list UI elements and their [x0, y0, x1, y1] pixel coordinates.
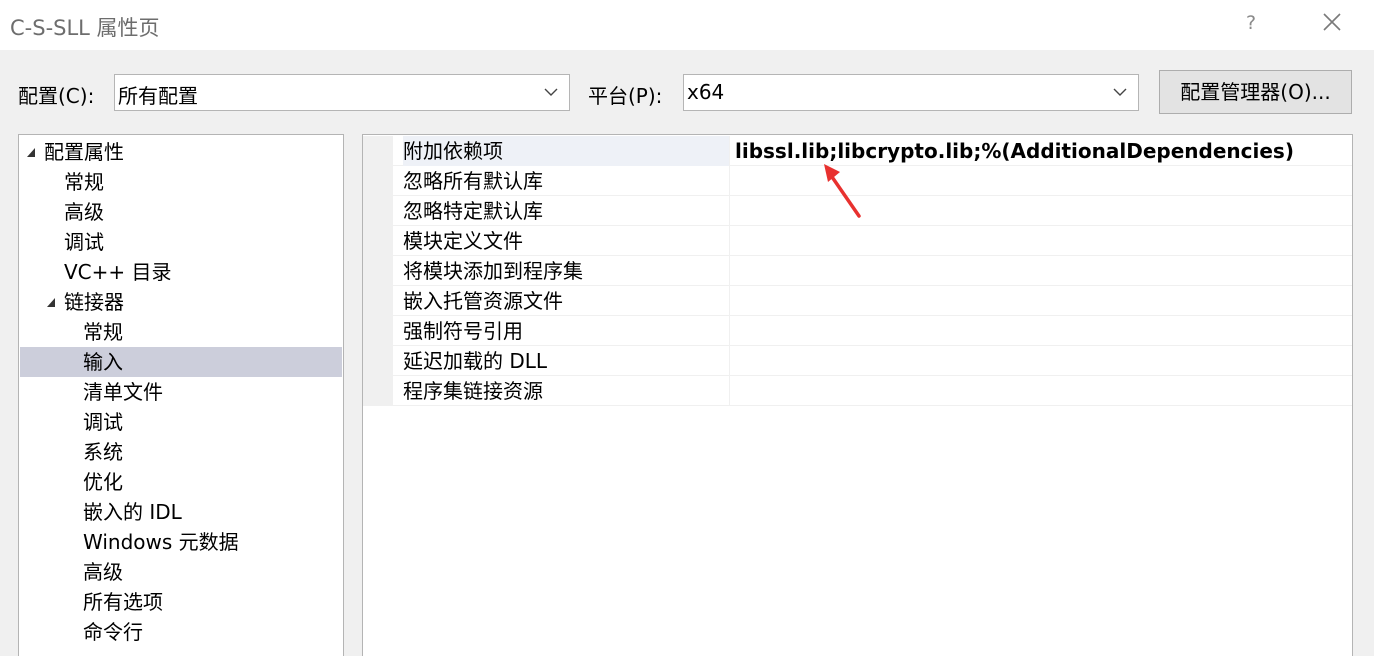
close-icon [1323, 13, 1341, 31]
platform-dropdown[interactable]: x64 [683, 74, 1139, 111]
tree-item-label: 嵌入的 IDL [83, 500, 182, 524]
property-name: 模块定义文件 [403, 226, 730, 256]
configuration-manager-button[interactable]: 配置管理器(O)... [1159, 70, 1352, 114]
tree-item-manifest-file[interactable]: 清单文件 [20, 377, 342, 407]
config-value: 所有配置 [118, 84, 198, 108]
chevron-down-icon [1113, 88, 1127, 96]
tree-item-label: 调试 [64, 230, 104, 254]
tree-item-label: VC++ 目录 [64, 260, 172, 284]
tree-item-label: 调试 [83, 410, 123, 434]
help-button[interactable]: ? [1246, 12, 1256, 34]
row-gutter [363, 196, 393, 226]
tree-item-label: 系统 [83, 440, 123, 464]
property-row[interactable]: 程序集链接资源 [363, 376, 1352, 406]
tree-item-optimization[interactable]: 优化 [20, 467, 342, 497]
tree-item-linker-input[interactable]: 输入 [20, 347, 342, 377]
property-name: 忽略特定默认库 [403, 196, 730, 226]
property-row[interactable]: 强制符号引用 [363, 316, 1352, 346]
row-gutter [363, 346, 393, 376]
tree-item-label: 常规 [83, 320, 123, 344]
tree-item-label: 常规 [64, 170, 104, 194]
tree-item-windows-metadata[interactable]: Windows 元数据 [20, 527, 342, 557]
chevron-down-icon [544, 88, 558, 96]
tree-item-linker-debugging[interactable]: 调试 [20, 407, 342, 437]
tree-item-label: 链接器 [64, 290, 124, 314]
tree-item-command-line[interactable]: 命令行 [20, 617, 342, 647]
property-row[interactable]: 将模块添加到程序集 [363, 256, 1352, 286]
tree-item-label: 高级 [64, 200, 104, 224]
tree-item-all-options[interactable]: 所有选项 [20, 587, 342, 617]
tree-item-linker-advanced[interactable]: 高级 [20, 557, 342, 587]
row-gutter [363, 376, 393, 406]
close-button[interactable] [1322, 12, 1346, 38]
row-gutter [363, 136, 393, 166]
property-row[interactable]: 延迟加载的 DLL [363, 346, 1352, 376]
tree-item-linker-general[interactable]: 常规 [20, 317, 342, 347]
property-name: 强制符号引用 [403, 316, 730, 346]
row-gutter [363, 166, 393, 196]
property-name: 忽略所有默认库 [403, 166, 730, 196]
tree-item-label: Windows 元数据 [83, 530, 239, 554]
title-bar: C-S-SLL 属性页 ? [0, 0, 1374, 50]
row-gutter [363, 316, 393, 346]
tree-item-label: 优化 [83, 470, 123, 494]
tree-item-label: 清单文件 [83, 380, 163, 404]
tree-item-embedded-idl[interactable]: 嵌入的 IDL [20, 497, 342, 527]
property-name: 程序集链接资源 [403, 376, 730, 406]
tree-item-config-properties[interactable]: 配置属性 [20, 137, 342, 167]
tree-item-label: 高级 [83, 560, 123, 584]
platform-value: x64 [687, 80, 725, 104]
property-name: 嵌入托管资源文件 [403, 286, 730, 316]
property-row[interactable]: 模块定义文件 [363, 226, 1352, 256]
tree-item-advanced[interactable]: 高级 [20, 197, 342, 227]
config-label: 配置(C): [18, 84, 95, 108]
expand-triangle-icon[interactable] [27, 148, 35, 157]
tree-item-label: 所有选项 [83, 590, 163, 614]
config-dropdown[interactable]: 所有配置 [114, 74, 570, 111]
row-gutter [363, 226, 393, 256]
property-name: 附加依赖项 [403, 136, 730, 166]
tree-item-debugging[interactable]: 调试 [20, 227, 342, 257]
window-title: C-S-SLL 属性页 [10, 16, 160, 40]
expand-triangle-icon[interactable] [47, 298, 55, 307]
tree-item-label: 输入 [83, 350, 123, 374]
platform-label: 平台(P): [588, 84, 663, 108]
tree-item-vc-directories[interactable]: VC++ 目录 [20, 257, 342, 287]
tree-item-label: 配置属性 [44, 140, 124, 164]
property-tree: 配置属性 常规 高级 调试 VC++ 目录 链接器 常规 输入 清单文件 调试 … [18, 134, 344, 656]
property-row[interactable]: 嵌入托管资源文件 [363, 286, 1352, 316]
tree-item-label: 命令行 [83, 620, 143, 644]
row-gutter [363, 286, 393, 316]
row-gutter [363, 256, 393, 286]
property-name: 延迟加载的 DLL [403, 346, 730, 376]
property-name: 将模块添加到程序集 [403, 256, 730, 286]
tree-item-system[interactable]: 系统 [20, 437, 342, 467]
annotation-arrow-icon [824, 164, 861, 218]
tree-item-general[interactable]: 常规 [20, 167, 342, 197]
tree-item-linker[interactable]: 链接器 [20, 287, 342, 317]
